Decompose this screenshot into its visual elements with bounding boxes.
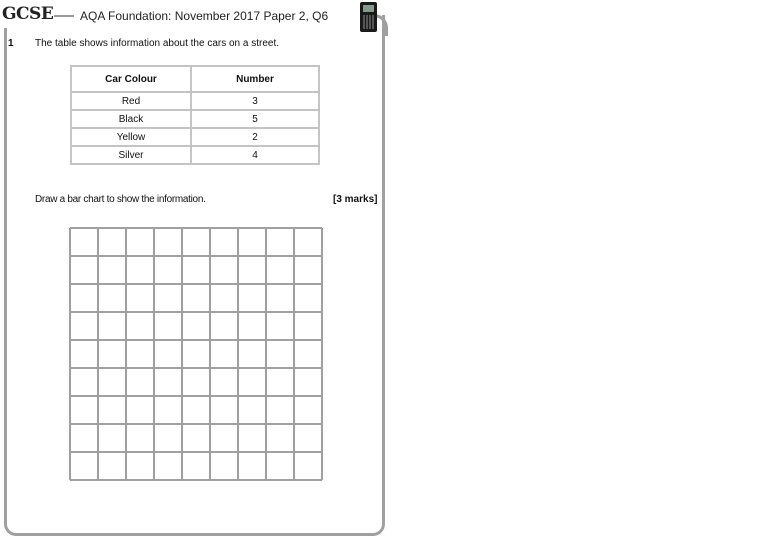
table-row: Red 3 [70, 91, 320, 111]
column-header: Car Colour [70, 65, 192, 93]
table-cell: 2 [190, 127, 320, 147]
instruction-text: Draw a bar chart to show the information… [35, 194, 206, 205]
table-cell: Black [70, 109, 192, 129]
paper-title: AQA Foundation: November 2017 Paper 2, Q… [80, 9, 329, 23]
table-row: Black 5 [70, 109, 320, 129]
table-cell: 3 [190, 91, 320, 111]
table-row: Silver 4 [70, 145, 320, 165]
question-number: 1 [8, 38, 14, 49]
column-header: Number [190, 65, 320, 93]
car-colour-table: Car Colour Number Red 3 Black 5 Yellow 2… [70, 65, 320, 165]
table-cell: 5 [190, 109, 320, 129]
question-text: The table shows information about the ca… [35, 38, 280, 49]
gcse-logo: GCSE [2, 4, 54, 24]
table-row: Yellow 2 [70, 127, 320, 147]
table-cell: 4 [190, 145, 320, 165]
table-cell: Red [70, 91, 192, 111]
answer-grid[interactable] [68, 226, 324, 482]
marks-label: [3 marks] [333, 194, 378, 205]
table-header-row: Car Colour Number [70, 65, 320, 93]
calculator-icon [360, 2, 377, 32]
table-cell: Silver [70, 145, 192, 165]
table-cell: Yellow [70, 127, 192, 147]
header-divider [54, 15, 74, 17]
